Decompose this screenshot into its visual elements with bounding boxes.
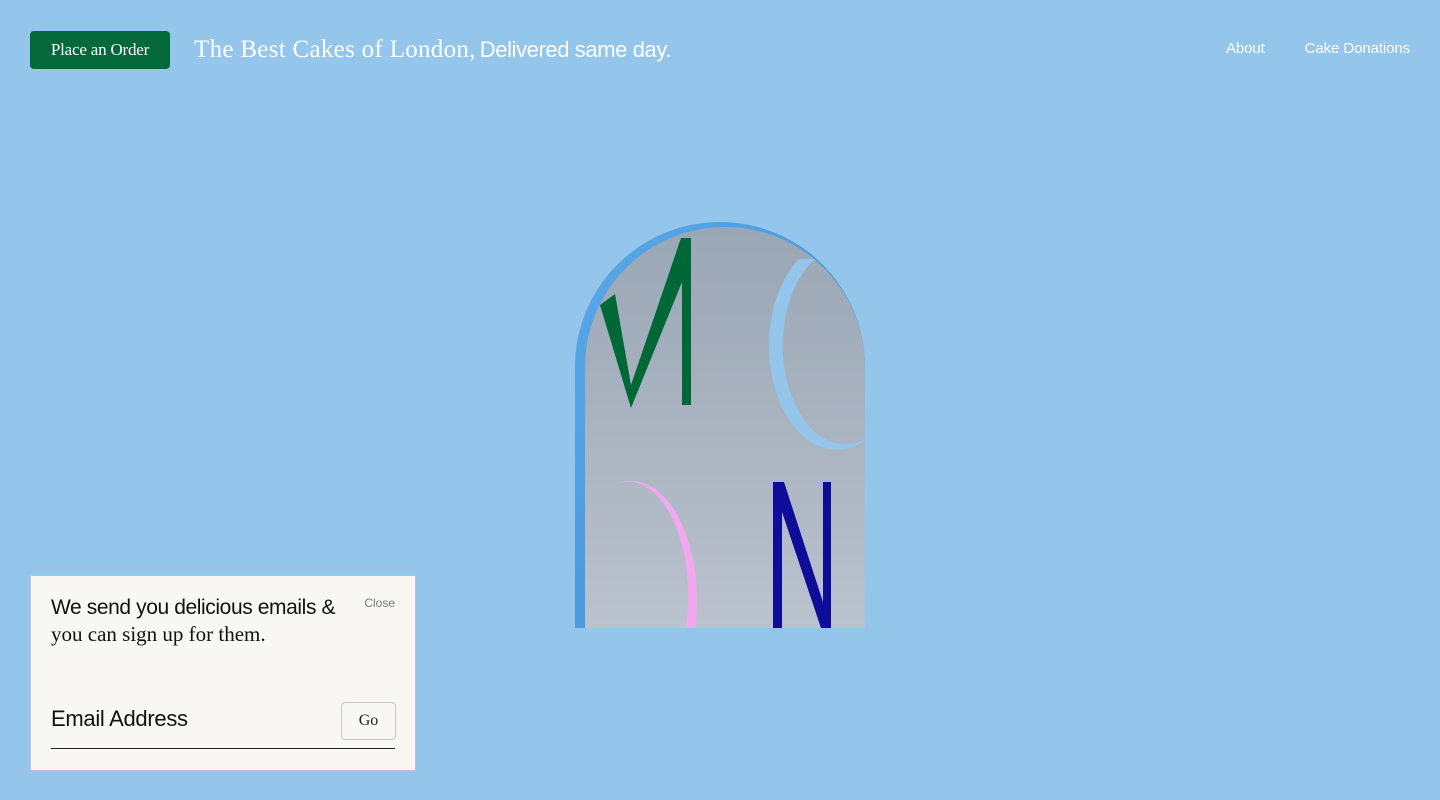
tagline-sans: Delivered same day. <box>479 37 672 62</box>
place-order-button[interactable]: Place an Order <box>30 31 170 69</box>
newsletter-heading: We send you delicious emails & you can s… <box>51 596 351 649</box>
newsletter-heading-sans: We send you delicious emails & <box>51 596 336 619</box>
newsletter-close-button[interactable]: Close <box>364 596 395 610</box>
email-input-underline <box>51 748 395 749</box>
moon-logo <box>575 222 865 628</box>
nav-link-about[interactable]: About <box>1226 40 1265 57</box>
tagline-serif: The Best Cakes of London, <box>194 36 476 63</box>
newsletter-popup: We send you delicious emails & you can s… <box>30 575 416 771</box>
nav-link-cake-donations[interactable]: Cake Donations <box>1305 40 1410 57</box>
site-tagline: The Best Cakes of London, Delivered same… <box>194 35 671 68</box>
email-input[interactable] <box>51 706 331 732</box>
newsletter-submit-button[interactable]: Go <box>341 702 396 740</box>
newsletter-heading-serif: you can sign up for them. <box>51 622 266 646</box>
top-nav: About Cake Donations <box>1226 40 1410 57</box>
